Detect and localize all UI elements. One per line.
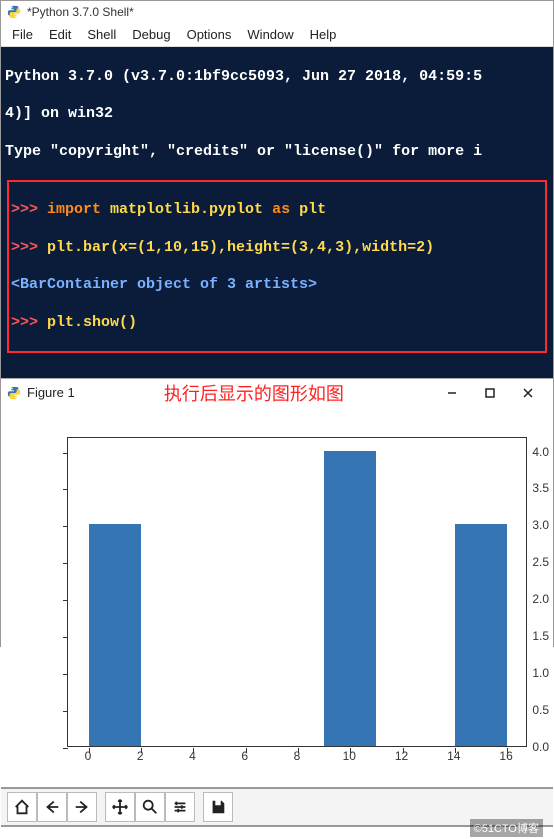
save-button[interactable] (203, 792, 233, 822)
window-buttons (433, 381, 547, 405)
menu-bar: File Edit Shell Debug Options Window Hel… (1, 23, 553, 47)
maximize-button[interactable] (471, 381, 509, 405)
annotation-caption: 执行后显示的图形如图 (75, 380, 433, 406)
bar (455, 524, 507, 745)
close-button[interactable] (509, 381, 547, 405)
forward-button[interactable] (67, 792, 97, 822)
banner-line-1: Python 3.7.0 (v3.7.0:1bf9cc5093, Jun 27 … (5, 68, 549, 87)
figure-window: Figure 1 执行后显示的图形如图 0.00.51.01.52.02.53.… (1, 378, 553, 839)
plot-area[interactable] (67, 437, 527, 747)
code-line-1: >>> import matplotlib.pyplot as plt (11, 201, 543, 220)
prompt: >>> (11, 314, 47, 331)
pan-button[interactable] (105, 792, 135, 822)
home-button[interactable] (7, 792, 37, 822)
back-button[interactable] (37, 792, 67, 822)
code-line-2: >>> plt.bar(x=(1,10,15),height=(3,4,3),w… (11, 239, 543, 258)
highlighted-code-block: >>> import matplotlib.pyplot as plt >>> … (7, 180, 547, 353)
menu-edit[interactable]: Edit (42, 25, 78, 44)
figure-titlebar: Figure 1 执行后显示的图形如图 (1, 379, 553, 407)
python-icon (7, 5, 21, 19)
code-output: <BarContainer object of 3 artists> (11, 276, 543, 295)
menu-debug[interactable]: Debug (125, 25, 177, 44)
keyword-import: import (47, 201, 101, 218)
prompt: >>> (11, 239, 47, 256)
figure-canvas[interactable]: 0.00.51.01.52.02.53.03.54.0 024681012141… (1, 407, 553, 787)
configure-button[interactable] (165, 792, 195, 822)
x-tick-label: 10 (343, 749, 356, 763)
x-tick-label: 14 (447, 749, 460, 763)
bar (324, 451, 376, 746)
bar (89, 524, 141, 745)
minimize-button[interactable] (433, 381, 471, 405)
x-tick-label: 12 (395, 749, 408, 763)
menu-help[interactable]: Help (303, 25, 344, 44)
banner-line-2: 4)] on win32 (5, 105, 549, 124)
shell-titlebar: *Python 3.7.0 Shell* (1, 1, 553, 23)
shell-title: *Python 3.7.0 Shell* (27, 5, 134, 19)
figure-title: Figure 1 (27, 385, 75, 400)
menu-window[interactable]: Window (240, 25, 300, 44)
x-tick-label: 2 (137, 749, 144, 763)
menu-shell[interactable]: Shell (80, 25, 123, 44)
shell-terminal[interactable]: Python 3.7.0 (v3.7.0:1bf9cc5093, Jun 27 … (1, 47, 553, 378)
banner-line-3: Type "copyright", "credits" or "license(… (5, 143, 549, 162)
zoom-button[interactable] (135, 792, 165, 822)
keyword-as: as (272, 201, 290, 218)
x-tick-label: 6 (241, 749, 248, 763)
menu-options[interactable]: Options (180, 25, 239, 44)
prompt: >>> (11, 201, 47, 218)
code-line-4: >>> plt.show() (11, 314, 543, 333)
menu-file[interactable]: File (5, 25, 40, 44)
x-tick-label: 16 (499, 749, 512, 763)
x-tick-label: 4 (189, 749, 196, 763)
x-tick-label: 8 (294, 749, 301, 763)
x-tick-label: 0 (85, 749, 92, 763)
x-axis-labels: 0 2 4 6 8 10 12 14 16 (67, 747, 527, 767)
watermark: ©51CTO博客 (470, 819, 543, 837)
python-icon (7, 386, 21, 400)
